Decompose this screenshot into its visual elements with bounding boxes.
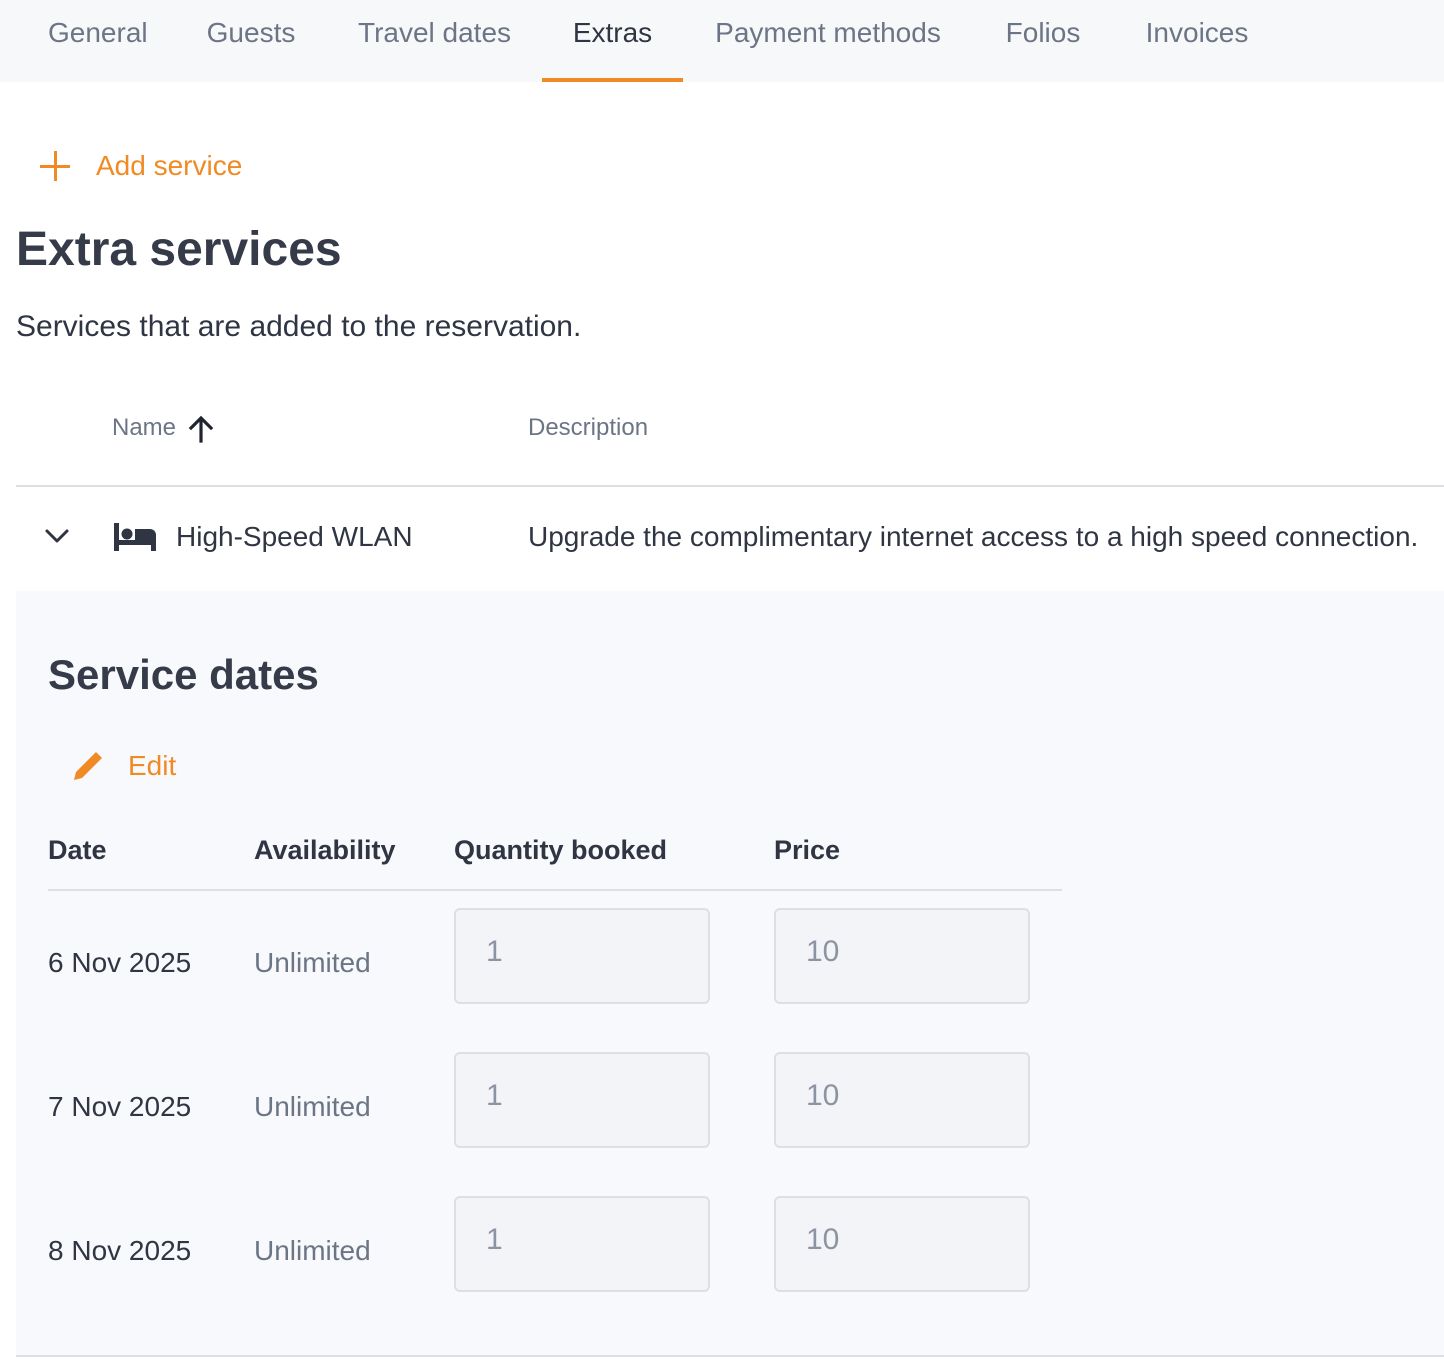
tab-extras[interactable]: Extras <box>542 0 683 82</box>
column-header-date: Date <box>48 835 107 865</box>
tab-payment-methods[interactable]: Payment methods <box>714 0 942 82</box>
edit-label: Edit <box>128 750 177 781</box>
column-header-price: Price <box>774 835 841 865</box>
tab-invoices[interactable]: Invoices <box>1144 0 1250 82</box>
plus-icon <box>38 149 72 183</box>
tab-guests[interactable]: Guests <box>206 0 296 82</box>
availability-value: Unlimited <box>254 1091 371 1122</box>
column-header-quantity: Quantity booked <box>454 835 668 865</box>
table-row[interactable]: High-Speed WLAN Upgrade the complimentar… <box>16 487 1444 591</box>
column-header-availability: Availability <box>254 835 396 865</box>
price-input[interactable] <box>774 1196 1030 1292</box>
price-input[interactable] <box>774 908 1030 1004</box>
service-date: 7 Nov 2025 <box>48 1091 192 1122</box>
page-subtitle: Services that are added to the reservati… <box>16 310 582 343</box>
availability-value: Unlimited <box>254 947 371 978</box>
quantity-input[interactable] <box>454 1052 710 1148</box>
service-date: 8 Nov 2025 <box>48 1235 192 1266</box>
service-name: High-Speed WLAN <box>176 521 413 552</box>
service-date: 6 Nov 2025 <box>48 947 192 978</box>
column-header-name[interactable]: Name <box>112 414 176 442</box>
quantity-input[interactable] <box>454 1196 710 1292</box>
tab-folios[interactable]: Folios <box>1004 0 1082 82</box>
quantity-input[interactable] <box>454 908 710 1004</box>
bed-icon <box>114 523 156 551</box>
chevron-down-icon[interactable] <box>44 527 70 545</box>
tab-bar: General Guests Travel dates Extras Payme… <box>0 0 1444 82</box>
edit-button[interactable]: Edit <box>68 745 176 787</box>
column-header-description[interactable]: Description <box>528 414 648 442</box>
add-service-button[interactable]: Add service <box>38 146 242 186</box>
section-title: Service dates <box>48 651 319 698</box>
tab-travel-dates[interactable]: Travel dates <box>358 0 511 82</box>
service-description: Upgrade the complimentary internet acces… <box>528 521 1419 552</box>
price-input[interactable] <box>774 1052 1030 1148</box>
bottom-divider <box>16 1355 1444 1357</box>
page-title: Extra services <box>16 223 342 276</box>
add-service-label: Add service <box>96 150 243 181</box>
table-divider <box>48 889 1062 891</box>
tab-general[interactable]: General <box>48 0 148 82</box>
availability-value: Unlimited <box>254 1235 371 1266</box>
sort-ascending-icon[interactable] <box>186 414 216 444</box>
service-details-panel: Service dates Edit Date Availability Qua… <box>16 591 1444 1356</box>
pencil-icon <box>74 752 102 780</box>
